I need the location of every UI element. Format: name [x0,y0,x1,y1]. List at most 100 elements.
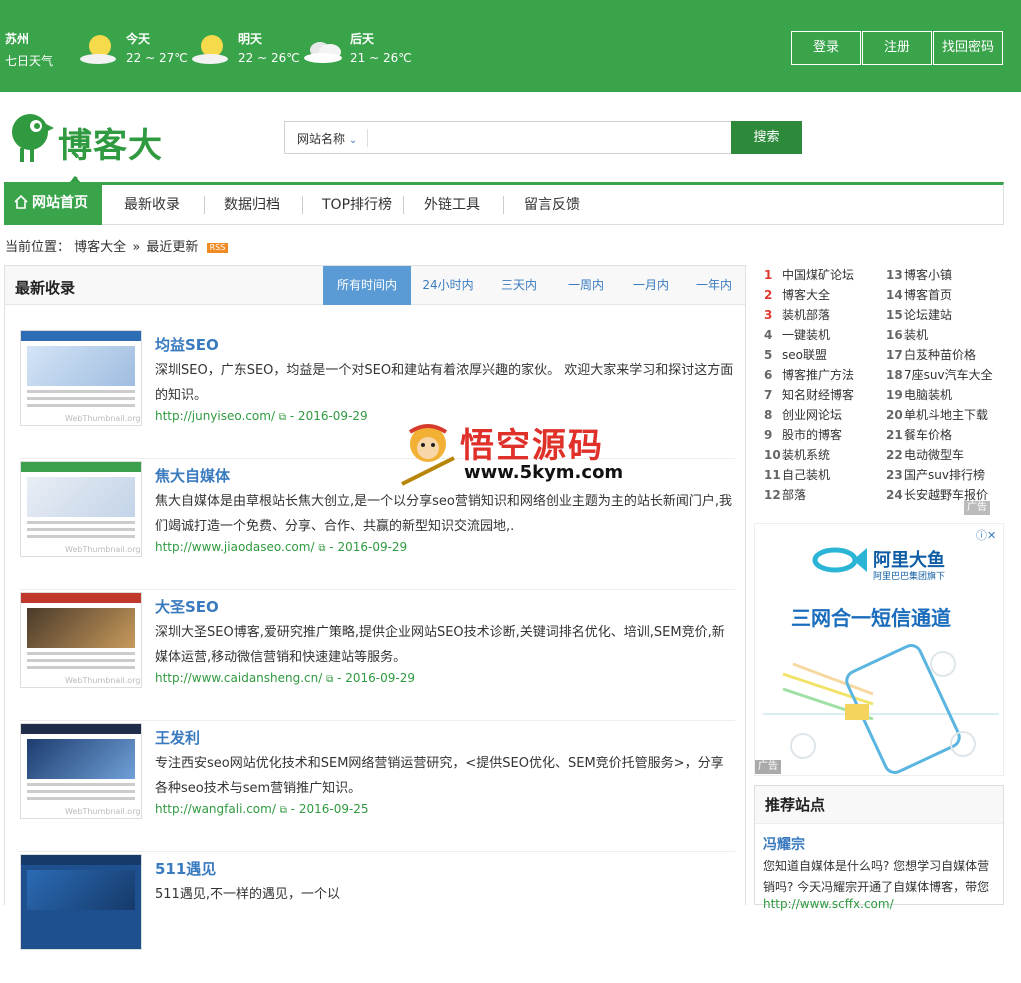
site-url[interactable]: http://www.caidansheng.cn/ [155,671,322,685]
external-link-icon[interactable]: ⧉ [279,412,286,423]
tab-year[interactable]: 一年内 [683,266,745,305]
ranking-item[interactable]: 17白芨种苗价格 [886,345,976,365]
site-thumbnail[interactable] [20,854,142,950]
weather-week-link[interactable]: 七日天气 [5,52,53,69]
search-type-select[interactable]: 网站名称 ⌄ [297,130,357,147]
ranking-label: 电脑装机 [904,388,953,402]
ranking-number: 16 [886,328,903,342]
ranking-item[interactable]: 20单机斗地主下载 [886,405,988,425]
tab-month[interactable]: 一月内 [619,266,683,305]
ranking-item[interactable]: 187座suv汽车大全 [886,365,993,385]
ranking-item[interactable]: 11自己装机 [764,465,830,485]
site-title[interactable]: 大圣SEO [155,596,219,617]
ranking-label: 装机 [904,328,929,342]
ranking-item[interactable]: 7 知名财经博客 [764,385,854,405]
ranking-item[interactable]: 5 seo联盟 [764,345,827,365]
ranking-item[interactable]: 22电动微型车 [886,445,964,465]
rss-badge[interactable]: RSS [206,242,229,253]
site-url[interactable]: http://junyiseo.com/ [155,409,275,423]
ranking-item[interactable]: 13博客小镇 [886,265,952,285]
recover-password-button[interactable]: 找回密码 [933,31,1003,65]
phone-illustration-icon [763,644,999,774]
ranking-item[interactable]: 3 装机部落 [764,305,830,325]
ad-banner[interactable]: ⓘ✕ 阿里大鱼 阿里巴巴集团旗下 三网合一短信通道 广告 [754,523,1004,776]
ranking-label: 电动微型车 [904,448,965,462]
ranking-label: 长安越野车报价 [904,488,989,502]
site-thumbnail[interactable]: WebThumbnail.org [20,461,142,557]
ad-info-close[interactable]: ⓘ✕ [976,527,1004,542]
search-type-label: 网站名称 [297,132,346,146]
ranking-item[interactable]: 15论坛建站 [886,305,952,325]
site-thumbnail[interactable]: WebThumbnail.org [20,330,142,426]
watermark-url: www.5kym.com [464,462,624,483]
weather-day-label: 后天 [350,32,375,46]
ranking-item[interactable]: 1 中国煤矿论坛 [764,265,854,285]
ranking-item[interactable]: 10装机系统 [764,445,830,465]
tab-week[interactable]: 一周内 [553,266,619,305]
breadcrumb-prefix: 当前位置： [5,240,71,255]
ranking-label: 博客首页 [904,288,953,302]
search-box: 网站名称 ⌄ [284,121,732,154]
site-url[interactable]: http://wangfali.com/ [155,802,276,816]
ranking-number: 21 [886,428,903,442]
ranking-ad-label[interactable]: 广告 [964,501,990,515]
ranking-item[interactable]: 19电脑装机 [886,385,952,405]
weather-today: 今天 22 ~ 27℃ [78,28,188,72]
tab-24h[interactable]: 24小时内 [411,266,485,305]
nav-top-ranking[interactable]: TOP排行榜 [322,185,392,225]
nav-feedback[interactable]: 留言反馈 [524,185,580,225]
ranking-label: 知名财经博客 [782,388,855,402]
weather-day-label: 今天 [126,32,151,46]
ranking-number: 8 [764,408,773,422]
ranking-item[interactable]: 14博客首页 [886,285,952,305]
ranking-number: 24 [886,488,903,502]
ranking-number: 4 [764,328,773,342]
ad-label[interactable]: 广告 [755,760,781,774]
site-thumbnail[interactable]: WebThumbnail.org [20,592,142,688]
thumbnail-watermark: WebThumbnail.org [65,545,141,554]
breadcrumb-root[interactable]: 博客大全 [74,240,126,255]
site-url-line: http://junyiseo.com/ ⧉ - 2016-09-29 [155,409,368,423]
tab-all-time[interactable]: 所有时间内 [323,266,411,305]
ranking-label: 餐车价格 [904,428,953,442]
nav-link-tools[interactable]: 外链工具 [424,185,480,225]
nav-home[interactable]: 网站首页 [4,182,102,225]
nav-archive[interactable]: 数据归档 [224,185,280,225]
ranking-item[interactable]: 2 博客大全 [764,285,830,305]
ranking-item[interactable]: 23国产suv排行榜 [886,465,985,485]
recommend-site-title[interactable]: 冯耀宗 [763,834,805,854]
weather-temp: 22 ~ 27℃ [126,51,188,65]
site-title[interactable]: 焦大自媒体 [155,465,230,486]
search-button[interactable]: 搜索 [731,121,802,154]
ranking-item[interactable]: 12部落 [764,485,806,505]
ranking-item[interactable]: 16装机 [886,325,928,345]
thumbnail-watermark: WebThumbnail.org [65,414,141,423]
site-title[interactable]: 511遇见 [155,858,216,879]
register-button[interactable]: 注册 [862,31,932,65]
tab-3days[interactable]: 三天内 [485,266,553,305]
ranking-item[interactable]: 6 博客推广方法 [764,365,854,385]
site-title[interactable]: 王发利 [155,727,200,748]
search-input[interactable] [371,122,727,153]
weather-city: 苏州 [5,32,30,46]
ranking-item[interactable]: 9 股市的博客 [764,425,842,445]
site-thumbnail[interactable]: WebThumbnail.org [20,723,142,819]
site-logo[interactable]: 博客大全 [8,108,188,215]
ranking-number: 13 [886,268,903,282]
nav-latest[interactable]: 最新收录 [124,185,180,225]
external-link-icon[interactable]: ⧉ [280,805,287,816]
site-date: - 2016-09-29 [285,409,368,423]
site-url[interactable]: http://www.jiaodaseo.com/ [155,540,315,554]
sunny-cloud-icon [80,35,116,64]
ranking-item[interactable]: 8 创业网论坛 [764,405,842,425]
ranking-panel: 1 中国煤矿论坛 2 博客大全 3 装机部落 4 一键装机 5 seo联盟 6 博客推广方法 7 知名财经… [754,265,1004,515]
list-item: 511遇见 511遇见,不一样的遇见，一个以 [19,852,735,983]
ranking-label: 7座suv汽车大全 [904,368,993,382]
ranking-item[interactable]: 21餐车价格 [886,425,952,445]
recommend-site-url[interactable]: http://www.scffx.com/ [763,897,894,911]
latest-list-header: 最新收录 所有时间内 24小时内 三天内 一周内 一月内 一年内 [5,266,745,305]
login-button[interactable]: 登录 [791,31,861,65]
site-title[interactable]: 均益SEO [155,334,219,355]
weather-day-label: 明天 [238,32,263,46]
ranking-item[interactable]: 4 一键装机 [764,325,830,345]
